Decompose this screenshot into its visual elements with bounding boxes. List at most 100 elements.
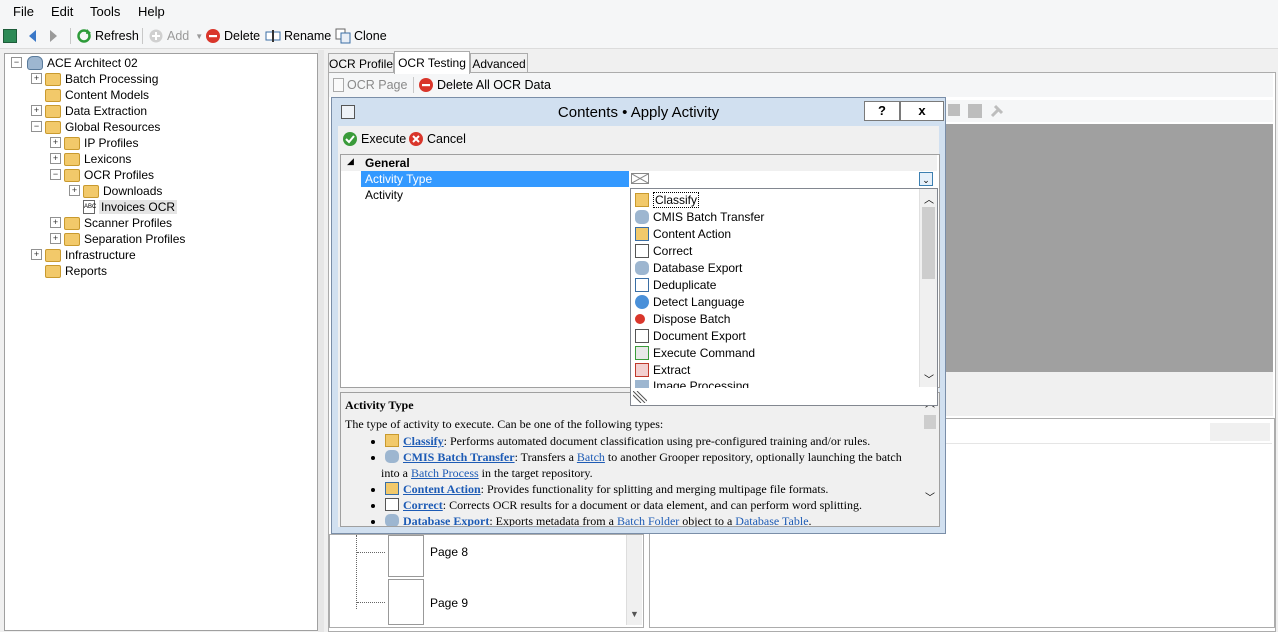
help-link[interactable]: Batch: [577, 450, 605, 464]
menu-tools[interactable]: Tools: [90, 4, 120, 19]
dropdown-scrollbar[interactable]: ︿ ﹀: [919, 189, 937, 387]
node-tree[interactable]: − ACE Architect 02 + Batch Processing Co…: [4, 53, 318, 631]
delete-button[interactable]: Delete: [205, 27, 260, 45]
expand-toggle[interactable]: +: [50, 217, 61, 228]
tree-node-separation-profiles[interactable]: Separation Profiles: [64, 231, 185, 247]
scroll-down-icon[interactable]: ﹀: [924, 371, 934, 386]
delete-all-ocr-button[interactable]: Delete All OCR Data: [418, 76, 551, 94]
category-row[interactable]: ◢ General: [341, 155, 937, 171]
dropdown-item-document-export[interactable]: Document Export: [635, 328, 746, 344]
tree-node-label: IP Profiles: [84, 136, 139, 150]
expand-toggle[interactable]: +: [69, 185, 80, 196]
tree-node-downloads[interactable]: Downloads: [83, 183, 162, 199]
menu-edit[interactable]: Edit: [51, 4, 73, 19]
help-link[interactable]: Batch Folder: [617, 514, 679, 526]
tree-node-scanner-profiles[interactable]: Scanner Profiles: [64, 215, 172, 231]
scroll-thumb[interactable]: [922, 207, 935, 279]
execute-button[interactable]: Execute: [342, 130, 406, 148]
dropdown-item-classify[interactable]: Classify: [635, 192, 700, 208]
chevron-down-icon[interactable]: ⌄: [919, 172, 933, 186]
scroll-down-icon[interactable]: ▼: [630, 609, 639, 619]
dropdown-item-extract[interactable]: Extract: [635, 362, 690, 378]
scroll-up-icon[interactable]: ︿: [924, 191, 934, 206]
help-scrollbar[interactable]: ︿ ﹀: [922, 393, 938, 526]
image-viewer[interactable]: [944, 124, 1273, 372]
help-link[interactable]: Database Export: [403, 514, 489, 526]
dropdown-item-cmis-batch-transfer[interactable]: CMIS Batch Transfer: [635, 209, 764, 225]
forward-button[interactable]: [49, 27, 59, 45]
help-link[interactable]: Database Table: [735, 514, 808, 526]
back-button[interactable]: [27, 27, 37, 45]
tree-node-content-models[interactable]: Content Models: [45, 87, 149, 103]
page-thumbnail[interactable]: [388, 579, 424, 625]
tree-node-data-extraction[interactable]: Data Extraction: [45, 103, 147, 119]
tree-node-global-resources[interactable]: Global Resources: [45, 119, 160, 135]
property-activity[interactable]: Activity: [361, 187, 629, 203]
collapse-toggle[interactable]: −: [31, 121, 42, 132]
tree-node-reports[interactable]: Reports: [45, 263, 107, 279]
expand-toggle[interactable]: +: [50, 153, 61, 164]
expand-toggle[interactable]: +: [50, 137, 61, 148]
add-button[interactable]: Add ▼: [148, 27, 203, 45]
refresh-button[interactable]: Refresh: [76, 27, 139, 45]
tree-node-root[interactable]: ACE Architect 02: [27, 55, 138, 71]
dropdown-resize-grip[interactable]: [630, 389, 938, 406]
menu-help[interactable]: Help: [138, 4, 165, 19]
tab-ocr-profile[interactable]: OCR Profile: [328, 53, 394, 73]
property-activity-type[interactable]: Activity Type: [361, 171, 629, 187]
expand-toggle[interactable]: +: [31, 249, 42, 260]
tab-ocr-testing[interactable]: OCR Testing: [394, 51, 470, 74]
dialog-close-button[interactable]: x: [900, 101, 944, 121]
help-link[interactable]: Content Action: [403, 482, 481, 496]
tools-icon[interactable]: [990, 104, 1004, 118]
dropdown-item-dispose-batch[interactable]: Dispose Batch: [635, 311, 730, 327]
tree-node-invoices-ocr[interactable]: ABC Invoices OCR: [83, 199, 178, 215]
collapse-toggle[interactable]: −: [50, 169, 61, 180]
page-list-scrollbar[interactable]: ▼: [626, 535, 642, 625]
scroll-down-icon[interactable]: ﹀: [925, 489, 935, 504]
expand-toggle[interactable]: +: [31, 105, 42, 116]
add-label: Add: [167, 29, 190, 43]
expand-toggle[interactable]: +: [50, 233, 61, 244]
tree-node-infrastructure[interactable]: Infrastructure: [45, 247, 136, 263]
tab-advanced[interactable]: Advanced: [470, 53, 528, 73]
dropdown-item-content-action[interactable]: Content Action: [635, 226, 731, 242]
collapse-triangle-icon[interactable]: ◢: [347, 156, 354, 167]
help-link[interactable]: Batch Process: [411, 466, 479, 480]
clone-button[interactable]: Clone: [335, 27, 387, 45]
tree-node-ocr-profiles[interactable]: OCR Profiles: [64, 167, 154, 183]
dropdown-item-image-processing[interactable]: Image Processing: [635, 380, 749, 388]
page-9-label[interactable]: Page 9: [430, 596, 468, 610]
home-icon: [3, 29, 17, 43]
resize-grip-icon[interactable]: [633, 391, 647, 403]
ocr-page-button[interactable]: OCR Page: [333, 76, 407, 94]
dropdown-item-detect-language[interactable]: Detect Language: [635, 294, 744, 310]
dropdown-clip: Image Processing: [631, 380, 921, 388]
cancel-button[interactable]: Cancel: [408, 130, 466, 148]
dropdown-item-deduplicate[interactable]: Deduplicate: [635, 277, 716, 293]
help-link[interactable]: Classify: [403, 434, 444, 448]
expand-toggle[interactable]: +: [31, 73, 42, 84]
dropdown-item-label: Detect Language: [653, 295, 745, 309]
dropdown-item-correct[interactable]: Correct: [635, 243, 692, 259]
tree-node-ip-profiles[interactable]: IP Profiles: [64, 135, 138, 151]
print-icon[interactable]: [948, 104, 960, 116]
page-thumbnail[interactable]: [388, 535, 424, 577]
tree-node-batch-processing[interactable]: Batch Processing: [45, 71, 158, 87]
menu-file[interactable]: File: [13, 4, 34, 19]
collapse-toggle[interactable]: −: [11, 57, 22, 68]
page-8-label[interactable]: Page 8: [430, 545, 468, 559]
activity-type-value[interactable]: ⌄: [629, 171, 937, 187]
home-button[interactable]: [3, 27, 20, 45]
dropdown-item-database-export[interactable]: Database Export: [635, 260, 742, 276]
dropdown-item-execute-command[interactable]: Execute Command: [635, 345, 755, 361]
save-icon[interactable]: [968, 104, 982, 118]
page-list[interactable]: Page 8 Page 9 ▼: [329, 534, 644, 628]
scroll-thumb[interactable]: [924, 415, 936, 429]
help-link[interactable]: Correct: [403, 498, 443, 512]
activity-type-dropdown[interactable]: Classify CMIS Batch Transfer Content Act…: [630, 188, 938, 390]
dialog-help-button[interactable]: ?: [864, 101, 900, 121]
rename-button[interactable]: Rename: [265, 27, 331, 45]
help-link[interactable]: CMIS Batch Transfer: [403, 450, 515, 464]
tree-node-lexicons[interactable]: Lexicons: [64, 151, 131, 167]
